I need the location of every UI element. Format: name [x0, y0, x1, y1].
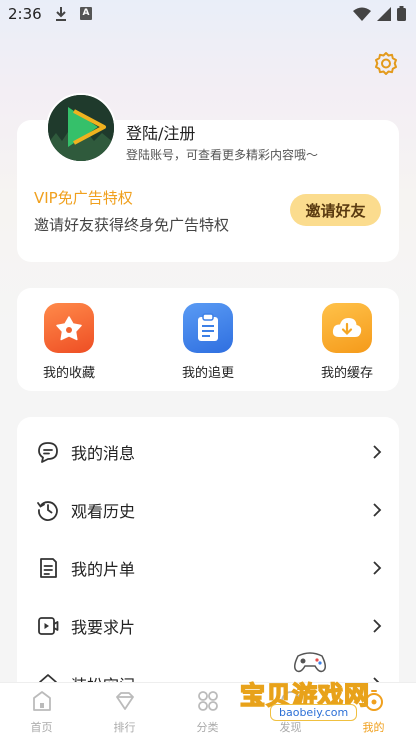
chevron-right-icon: [373, 561, 382, 575]
download-icon: [56, 7, 66, 21]
app-logo-icon: [48, 95, 114, 161]
menu-card: 我的消息 观看历史 我的片单 我要求片 装扮空间: [17, 417, 399, 717]
favorites-label: 我的收藏: [42, 366, 95, 381]
category-icon: [197, 691, 218, 711]
follow-updates-button[interactable]: 我的追更: [168, 303, 248, 381]
bottom-tab-bar: 首页 排行 分类 发现 我的: [0, 682, 416, 739]
tab-label-discover: 发现: [279, 721, 302, 734]
rank-icon: [115, 692, 134, 710]
login-subtitle: 登陆账号，可查看更多精彩内容哦～: [126, 148, 319, 162]
signal-icon: [377, 6, 391, 21]
invite-friends-button[interactable]: 邀请好友: [290, 194, 381, 226]
tab-label-rank: 排行: [113, 721, 136, 734]
tab-discover[interactable]: 发现: [249, 683, 332, 739]
vip-description: 邀请好友获得终身免广告特权: [34, 216, 230, 234]
tab-category[interactable]: 分类: [166, 683, 249, 739]
star-icon: [44, 303, 94, 353]
chevron-right-icon: [373, 445, 382, 459]
video-request-icon: [38, 617, 59, 635]
status-indicators: [353, 6, 406, 21]
menu-item-request[interactable]: 我要求片: [17, 597, 399, 655]
battery-icon: [397, 6, 406, 21]
cloud-download-icon: [322, 303, 372, 353]
tab-label-home: 首页: [30, 721, 53, 734]
status-time: 2:36: [8, 5, 42, 23]
menu-item-history[interactable]: 观看历史: [17, 481, 399, 539]
favorites-button[interactable]: 我的收藏: [29, 303, 109, 381]
menu-label-messages: 我的消息: [71, 444, 136, 463]
tab-label-category: 分类: [196, 721, 219, 734]
discover-icon: [280, 691, 301, 711]
list-icon: [40, 558, 57, 578]
message-icon: [38, 442, 58, 463]
vip-title: VIP免广告特权: [34, 189, 133, 207]
tab-rank[interactable]: 排行: [83, 683, 166, 739]
menu-label-request: 我要求片: [71, 618, 136, 637]
tab-label-profile: 我的: [362, 721, 385, 734]
settings-gear-icon[interactable]: [372, 50, 400, 78]
a-badge-icon: A: [80, 7, 92, 20]
status-bar: 2:36 A: [0, 0, 416, 30]
wifi-icon: [353, 7, 371, 21]
cache-label: 我的缓存: [320, 366, 373, 381]
menu-item-playlist[interactable]: 我的片单: [17, 539, 399, 597]
menu-label-history: 观看历史: [71, 502, 136, 521]
tab-profile[interactable]: 我的: [332, 683, 415, 739]
profile-icon: [364, 690, 383, 711]
tab-home[interactable]: 首页: [0, 683, 83, 739]
menu-item-messages[interactable]: 我的消息: [17, 423, 399, 481]
login-register-link[interactable]: 登陆/注册: [126, 120, 195, 144]
chevron-right-icon: [373, 619, 382, 633]
follow-updates-label: 我的追更: [181, 366, 234, 381]
clipboard-icon: [183, 303, 233, 353]
menu-label-playlist: 我的片单: [71, 560, 136, 579]
avatar[interactable]: [46, 93, 116, 163]
cache-button[interactable]: 我的缓存: [307, 303, 387, 381]
home-icon: [32, 691, 51, 711]
chevron-right-icon: [373, 503, 382, 517]
history-icon: [37, 501, 58, 521]
